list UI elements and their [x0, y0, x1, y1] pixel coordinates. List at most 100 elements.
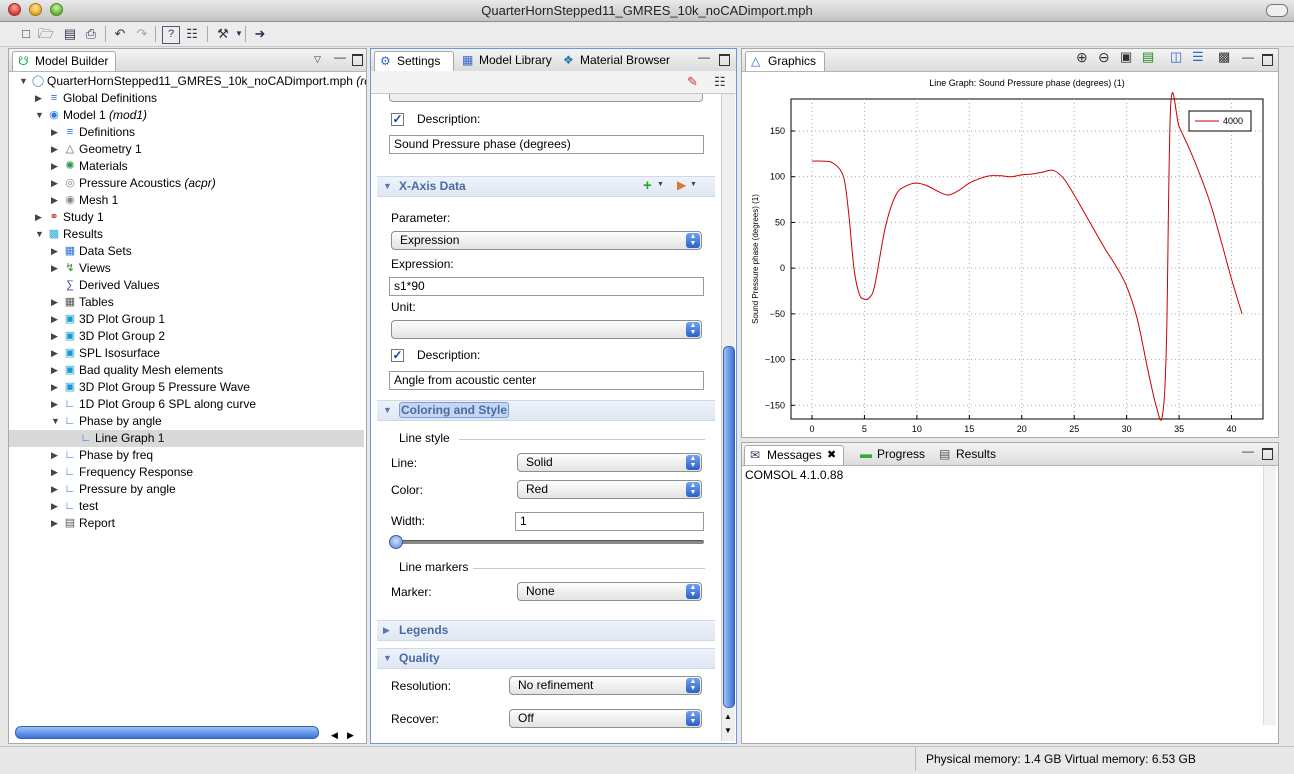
chevron-down-icon[interactable]: ▼: [51, 413, 61, 430]
chevron-right-icon[interactable]: ▶: [51, 447, 61, 464]
zoom-in-icon[interactable]: ⊕: [1076, 50, 1088, 64]
width-field[interactable]: 1: [515, 512, 704, 531]
scroll-down-icon[interactable]: ▼: [724, 726, 732, 735]
chevron-right-icon[interactable]: ▶: [35, 90, 45, 107]
tree-item[interactable]: ▼ ∟ Phase by angle: [9, 413, 364, 430]
chevron-right-icon[interactable]: ▶: [35, 209, 45, 226]
camera-icon[interactable]: ▩: [1218, 50, 1230, 63]
tree-item[interactable]: ▶ ▣ 3D Plot Group 2: [9, 328, 364, 345]
chevron-right-icon[interactable]: ▶: [51, 175, 61, 192]
chevron-right-icon[interactable]: ▶: [51, 498, 61, 515]
maximize-panel-icon[interactable]: [719, 54, 730, 66]
open-file-icon[interactable]: 🗁: [38, 26, 54, 42]
save-icon[interactable]: ▤: [62, 26, 78, 42]
maximize-panel-icon[interactable]: [352, 54, 363, 66]
tree-item[interactable]: ▶ ◎ Pressure Acoustics (acpr): [9, 175, 364, 192]
tree-item[interactable]: ▶ ▣ Bad quality Mesh elements: [9, 362, 364, 379]
chevron-right-icon[interactable]: ▶: [51, 158, 61, 175]
chevron-right-icon[interactable]: ▶: [51, 294, 61, 311]
scroll-up-icon[interactable]: ▲: [724, 712, 732, 721]
toolbar-toggle-button[interactable]: [1266, 4, 1288, 17]
dynamic-help-icon[interactable]: ☷: [184, 26, 200, 42]
width-slider-track[interactable]: [391, 540, 704, 544]
redo-icon[interactable]: ↷: [134, 26, 150, 42]
tree-item[interactable]: ▶ ▦ Tables: [9, 294, 364, 311]
grid-icon[interactable]: ◫: [1170, 50, 1182, 63]
recover-select[interactable]: Off ▲ ▼: [509, 709, 702, 728]
tree-item[interactable]: ▶ ▣ 3D Plot Group 1: [9, 311, 364, 328]
plot-add-icon[interactable]: ▶: [677, 178, 686, 192]
maximize-panel-icon[interactable]: [1262, 54, 1273, 66]
x-description-checkbox[interactable]: ✓: [391, 349, 404, 362]
chevron-right-icon[interactable]: ▶: [51, 345, 61, 362]
chevron-right-icon[interactable]: ▶: [51, 141, 61, 158]
view-menu-icon[interactable]: ▽: [314, 53, 321, 65]
minimize-panel-icon[interactable]: —: [1242, 445, 1254, 457]
chevron-right-icon[interactable]: ▶: [51, 192, 61, 209]
unit-select[interactable]: ▲ ▼: [391, 320, 702, 339]
cropped-combo[interactable]: [389, 94, 703, 102]
clear-icon[interactable]: ⚒: [215, 26, 231, 42]
chevron-right-icon[interactable]: ▶: [51, 362, 61, 379]
tree-item[interactable]: ▶ ∟ 1D Plot Group 6 SPL along curve: [9, 396, 364, 413]
chevron-down-icon[interactable]: ▼: [19, 73, 29, 90]
chevron-right-icon[interactable]: ▶: [51, 396, 61, 413]
tab-model-library[interactable]: ▦ Model Library: [457, 51, 555, 71]
zoom-box-icon[interactable]: ▣: [1120, 50, 1132, 63]
dynamic-help-icon[interactable]: ☷: [714, 74, 726, 90]
minimize-panel-icon[interactable]: —: [698, 51, 710, 63]
tree-item[interactable]: ▶ ≡ Definitions: [9, 124, 364, 141]
tab-results[interactable]: ▤ Results: [934, 445, 1004, 465]
tree-item[interactable]: ▼ ▩ Results: [9, 226, 364, 243]
help-icon[interactable]: ?: [162, 26, 180, 44]
section-coloring-and-style[interactable]: ▼ Coloring and Style: [377, 400, 715, 421]
tab-model-builder[interactable]: ☋ Model Builder: [12, 51, 116, 71]
tree-item[interactable]: ▶ ⚭ Study 1: [9, 209, 364, 226]
width-slider-thumb[interactable]: [389, 535, 403, 549]
chevron-right-icon[interactable]: ▶: [51, 124, 61, 141]
tree-item[interactable]: ▶ ▦ Data Sets: [9, 243, 364, 260]
chevron-down-icon[interactable]: ▼: [690, 181, 697, 188]
tree-item[interactable]: ▶ ∟ Phase by freq: [9, 447, 364, 464]
tab-material-browser[interactable]: ❖ Material Browser: [558, 51, 674, 71]
x-description-field[interactable]: Angle from acoustic center: [389, 371, 704, 390]
tree-item[interactable]: ∑ Derived Values: [9, 277, 364, 294]
chevron-right-icon[interactable]: ▶: [51, 481, 61, 498]
y-description-checkbox[interactable]: ✓: [391, 113, 404, 126]
chevron-right-icon[interactable]: ▶: [51, 260, 61, 277]
tab-graphics[interactable]: △ Graphics: [745, 51, 825, 71]
tree-item[interactable]: ▶ ▣ SPL Isosurface: [9, 345, 364, 362]
tree-item[interactable]: ▼ ◉ Model 1 (mod1): [9, 107, 364, 124]
tree-item[interactable]: ▶ ≡ Global Definitions: [9, 90, 364, 107]
section-legends[interactable]: ▶ Legends: [377, 620, 715, 641]
chevron-right-icon[interactable]: ▶: [51, 464, 61, 481]
export-icon[interactable]: ➜: [252, 26, 268, 42]
color-select[interactable]: Red ▲ ▼: [517, 480, 702, 499]
tree-item[interactable]: ▶ ▣ 3D Plot Group 5 Pressure Wave: [9, 379, 364, 396]
scroll-left-icon[interactable]: ◀: [331, 730, 338, 741]
tree-item[interactable]: ∟ Line Graph 1: [9, 430, 364, 447]
print-icon[interactable]: ⎙: [83, 26, 99, 42]
tab-settings[interactable]: ⚙ Settings: [374, 51, 454, 71]
graphics-canvas[interactable]: Line Graph: Sound Pressure phase (degree…: [743, 72, 1277, 436]
vertical-scrollbar-thumb[interactable]: [723, 346, 735, 708]
plot-icon[interactable]: ✎: [687, 74, 698, 90]
y-description-field[interactable]: Sound Pressure phase (degrees): [389, 135, 704, 154]
tree-item[interactable]: ▶ ▤ Report: [9, 515, 364, 532]
tab-progress[interactable]: ▬ Progress: [855, 445, 931, 465]
chevron-down-icon[interactable]: ▼: [657, 181, 664, 188]
section-quality[interactable]: ▼ Quality: [377, 648, 715, 669]
zoom-extents-icon[interactable]: ▤: [1142, 50, 1154, 63]
chevron-right-icon[interactable]: ▶: [51, 243, 61, 260]
parameter-select[interactable]: Expression ▲ ▼: [391, 231, 702, 250]
legend-icon[interactable]: ☰: [1192, 50, 1204, 63]
tree-item[interactable]: ▶ ∟ test: [9, 498, 364, 515]
scroll-right-icon[interactable]: ▶: [347, 730, 354, 741]
marker-select[interactable]: None ▲ ▼: [517, 582, 702, 601]
expression-field[interactable]: s1*90: [389, 277, 704, 296]
tree-item[interactable]: ▶ ✺ Materials: [9, 158, 364, 175]
line-select[interactable]: Solid ▲ ▼: [517, 453, 702, 472]
close-icon[interactable]: ✖: [827, 446, 836, 465]
new-file-icon[interactable]: □: [18, 26, 34, 42]
chevron-down-icon[interactable]: ▼: [35, 226, 45, 243]
